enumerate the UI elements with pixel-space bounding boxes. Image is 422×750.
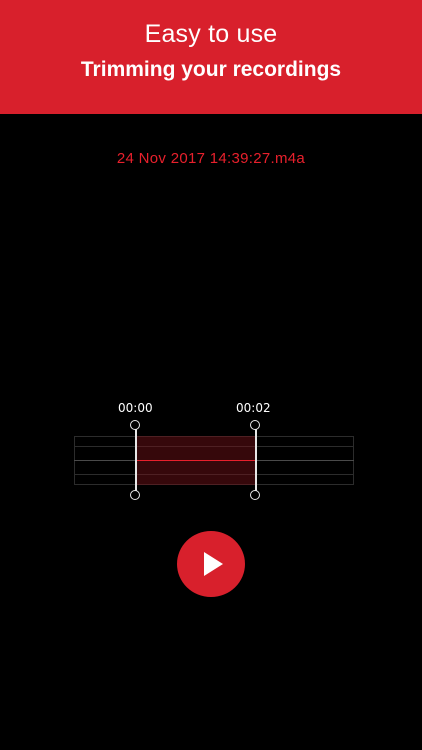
- play-icon: [204, 552, 223, 576]
- trim-end-handle-bar: [255, 426, 257, 495]
- trim-start-time: 00:00: [118, 401, 153, 415]
- trim-end-handle[interactable]: [250, 420, 262, 501]
- banner-subheadline: Trimming your recordings: [80, 58, 342, 81]
- trim-start-handle-bar: [135, 426, 137, 495]
- trim-end-handle-knob-bottom[interactable]: [250, 490, 260, 500]
- trim-end-handle-knob-top[interactable]: [250, 420, 260, 430]
- trim-end-time: 00:02: [236, 401, 271, 415]
- trim-start-handle-knob-top[interactable]: [130, 420, 140, 430]
- recording-filename: 24 Nov 2017 14:39:27.m4a: [116, 150, 306, 167]
- promo-banner: Easy to use Trimming your recordings: [0, 0, 422, 114]
- trim-start-handle[interactable]: [130, 420, 142, 501]
- banner-headline: Easy to use: [144, 20, 278, 48]
- play-button[interactable]: [177, 531, 245, 597]
- selection-center-line: [136, 460, 256, 461]
- trim-start-handle-knob-bottom[interactable]: [130, 490, 140, 500]
